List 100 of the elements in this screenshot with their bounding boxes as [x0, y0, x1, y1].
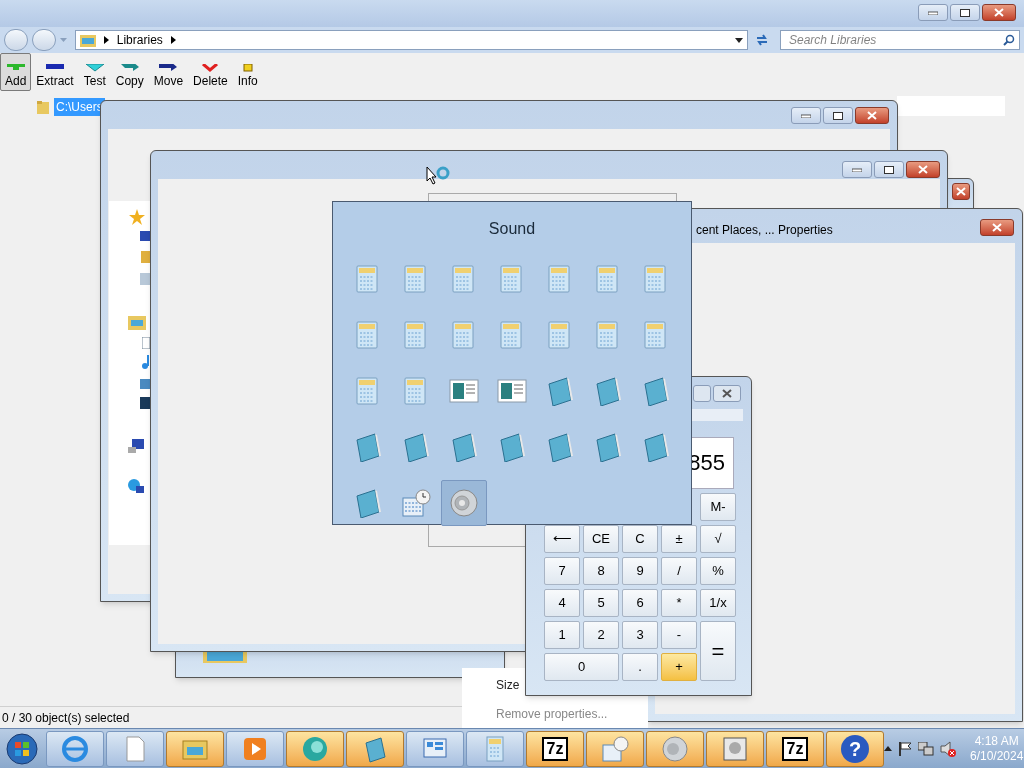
taskbar-button[interactable]	[346, 730, 404, 767]
close-icon	[994, 8, 1004, 17]
close-button[interactable]	[980, 219, 1014, 236]
taskbar-button[interactable]: 7z	[766, 730, 824, 767]
notepad-icon	[353, 488, 383, 518]
minimize-icon	[852, 167, 862, 172]
close-icon	[956, 187, 966, 196]
dropdown-icon	[735, 37, 744, 43]
maximize-button[interactable]	[950, 4, 980, 21]
calculator-key[interactable]: CE	[583, 525, 619, 553]
close-icon	[722, 389, 732, 398]
calculator-key[interactable]: %	[700, 557, 736, 585]
toolbar-button[interactable]: Extract	[31, 53, 79, 91]
calculator-key[interactable]: ⟵	[544, 525, 580, 553]
calculator-key[interactable]: -	[661, 621, 697, 649]
calculator-key[interactable]: *	[661, 589, 697, 617]
calculator-key[interactable]: 1/x	[700, 589, 736, 617]
minimize-icon	[801, 113, 811, 118]
extract-icon	[46, 64, 65, 72]
close-icon	[992, 223, 1002, 232]
globe-icon	[301, 734, 329, 763]
switcher-title: Sound	[487, 219, 537, 239]
taskbar-button[interactable]	[466, 730, 524, 767]
notepad-icon	[593, 432, 623, 462]
scheduler-icon	[401, 488, 431, 518]
toolbar-button[interactable]: Info	[232, 53, 263, 91]
calculator-key[interactable]: 8	[583, 557, 619, 585]
calculator-key[interactable]: M-	[700, 493, 736, 521]
calculator-key[interactable]: 4	[544, 589, 580, 617]
flag-icon[interactable]	[898, 741, 912, 756]
network-icon	[128, 479, 144, 495]
details-text[interactable]: Size	[496, 676, 520, 694]
notepad-icon	[497, 432, 527, 462]
delete-icon	[201, 64, 220, 72]
taskbar-button[interactable]	[706, 730, 764, 767]
copy-icon	[120, 64, 139, 72]
toolbar-button[interactable]: Add	[0, 53, 32, 91]
windows-logo-icon	[6, 732, 38, 765]
calculator-key[interactable]: ±	[661, 525, 697, 553]
maximize-button[interactable]	[823, 107, 853, 124]
breadcrumb-item[interactable]: Libraries	[116, 31, 163, 49]
notepad-icon	[449, 432, 479, 462]
speaker-icon	[449, 488, 479, 518]
taskbar-button[interactable]	[106, 730, 164, 767]
calculator-key[interactable]: 6	[622, 589, 658, 617]
calculator-key[interactable]: /	[661, 557, 697, 585]
calendar-clock-icon	[601, 734, 629, 763]
close-button[interactable]	[713, 385, 741, 402]
calculator-key[interactable]: 0	[544, 653, 619, 681]
taskbar-button[interactable]	[406, 730, 464, 767]
forward-button[interactable]	[31, 29, 56, 51]
toolbar-button[interactable]: Delete	[188, 53, 233, 91]
calculator-key[interactable]: 2	[583, 621, 619, 649]
calculator-key[interactable]: +	[661, 653, 697, 681]
toolbar-button[interactable]: Move	[148, 53, 189, 91]
close-button[interactable]	[982, 4, 1016, 21]
busy-cursor-icon	[426, 166, 452, 186]
calculator-key[interactable]: 7	[544, 557, 580, 585]
taskbar-button[interactable]	[586, 730, 644, 767]
toolbar-button[interactable]: Copy	[110, 53, 149, 91]
muted-speaker-icon[interactable]	[940, 740, 956, 757]
computer-icon	[128, 439, 144, 453]
search-field[interactable]: Search Libraries	[780, 30, 1020, 50]
maximize-icon	[884, 165, 894, 174]
notepad-icon	[641, 376, 671, 406]
calculator-key[interactable]: 1	[544, 621, 580, 649]
library-icon	[128, 316, 146, 330]
network-icon[interactable]	[918, 741, 934, 756]
calculator-key[interactable]: C	[622, 525, 658, 553]
close-icon	[918, 165, 928, 174]
show-hidden-icons-icon[interactable]	[884, 746, 892, 751]
calculator-key[interactable]: 3	[622, 621, 658, 649]
taskbar-button[interactable]	[646, 730, 704, 767]
close-button[interactable]	[855, 107, 889, 124]
close-button[interactable]	[952, 183, 970, 200]
taskbar-button[interactable]	[166, 730, 224, 767]
library-folder-icon	[79, 33, 96, 47]
close-button[interactable]	[906, 161, 940, 178]
taskbar-button[interactable]	[226, 730, 284, 767]
address-field[interactable]: Libraries	[74, 30, 749, 50]
notepad-icon	[641, 432, 671, 462]
photo-icon	[721, 734, 749, 763]
notepad-icon	[353, 432, 383, 462]
taskbar-button[interactable]: ?	[826, 730, 884, 767]
taskbar-button[interactable]: 7z	[526, 730, 584, 767]
move-icon	[159, 64, 178, 72]
window-thumbnail[interactable]	[441, 480, 487, 526]
calculator-key[interactable]: 5	[583, 589, 619, 617]
maximize-icon	[960, 8, 970, 17]
document-icon	[449, 376, 479, 406]
maximize-button[interactable]	[874, 161, 904, 178]
taskbar-button[interactable]	[286, 730, 344, 767]
calculator-key[interactable]: 9	[622, 557, 658, 585]
taskbar-button[interactable]	[46, 730, 104, 767]
back-button[interactable]	[4, 29, 28, 51]
toolbar-button[interactable]: Test	[78, 53, 111, 91]
calculator-key[interactable]: =	[700, 621, 736, 681]
calculator-key[interactable]: √	[700, 525, 736, 553]
calculator-key[interactable]: .	[622, 653, 658, 681]
notepad-icon	[545, 432, 575, 462]
